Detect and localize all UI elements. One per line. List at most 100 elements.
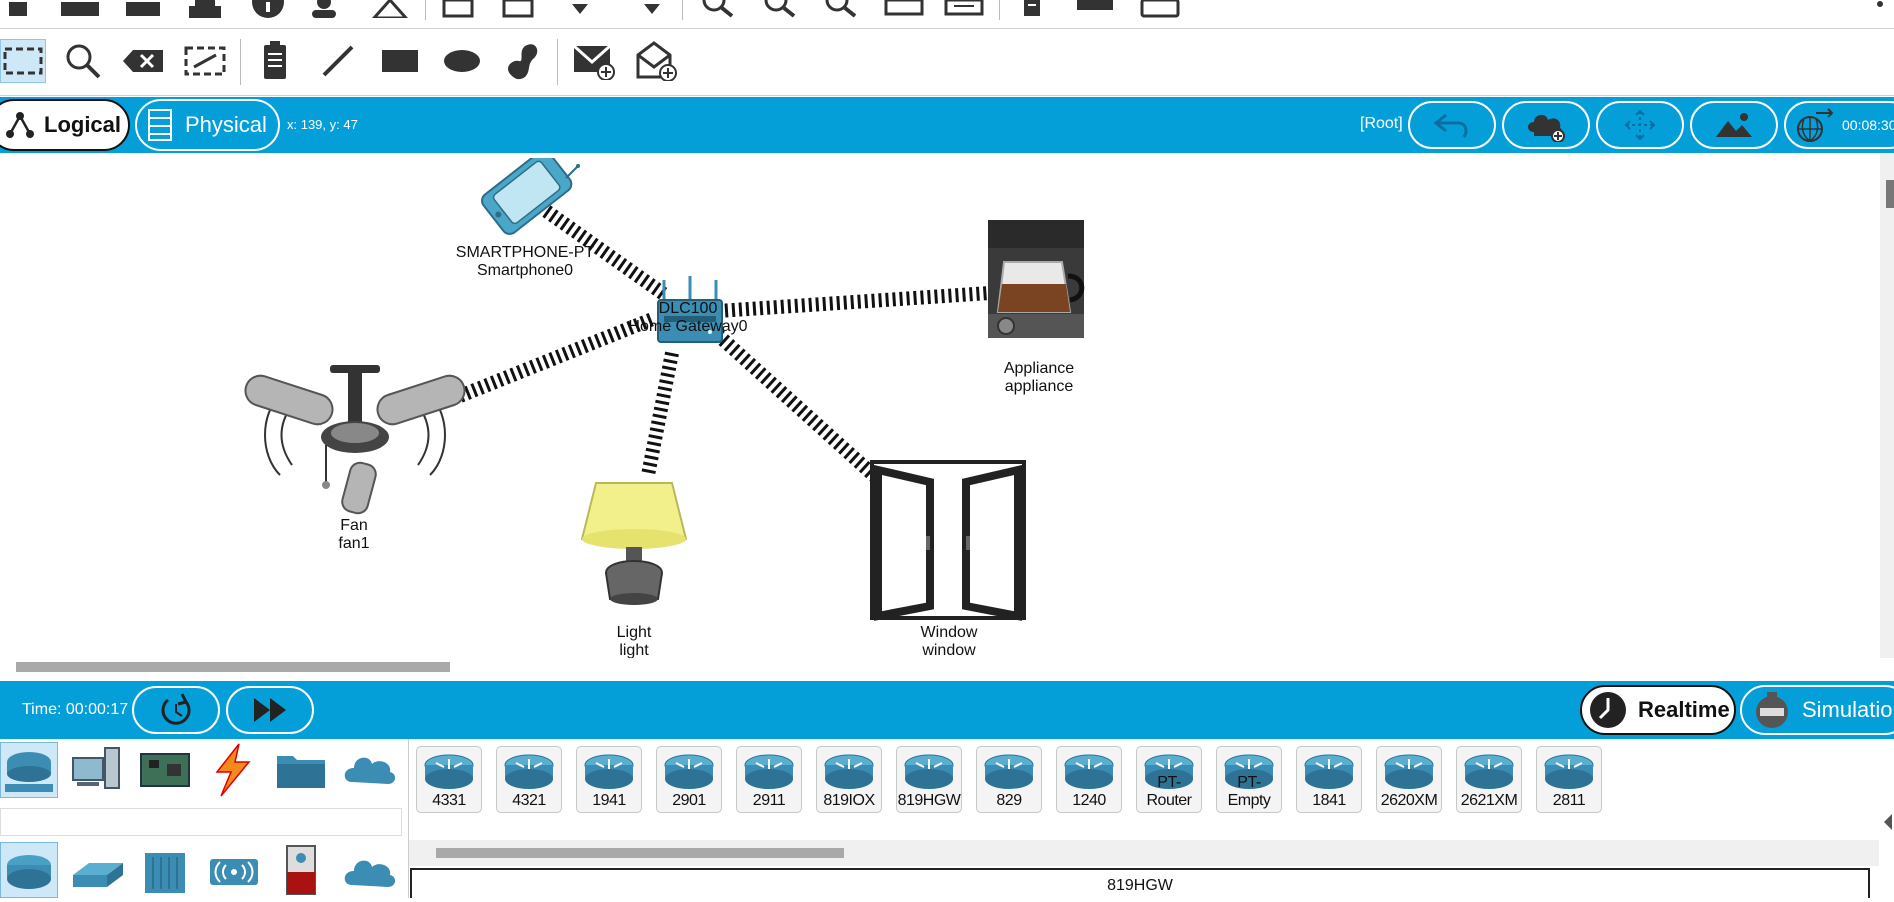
model-button[interactable]: 1941 — [576, 746, 642, 813]
copy-icon[interactable] — [440, 0, 476, 18]
smartphone-device-icon[interactable] — [466, 158, 586, 238]
new-file-icon[interactable] — [4, 0, 32, 18]
model-label: 1841 — [1312, 792, 1346, 809]
redo-dropdown-icon[interactable] — [637, 0, 667, 18]
model-button[interactable]: 4321 — [496, 746, 562, 813]
zoom-reset-icon[interactable] — [762, 0, 802, 18]
info-icon[interactable] — [248, 0, 288, 18]
viewport-clock-button[interactable]: 00:08:30 — [1784, 101, 1894, 149]
window-device-icon[interactable] — [870, 460, 1026, 622]
connections-category[interactable] — [204, 742, 262, 798]
zoom-out-icon[interactable] — [823, 0, 863, 18]
canvas-vertical-scrollbar[interactable] — [1886, 180, 1894, 208]
model-button[interactable]: 2901 — [656, 746, 722, 813]
multiuser-category[interactable] — [340, 742, 398, 798]
models-side-arrow[interactable] — [1880, 740, 1894, 840]
model-label: 2620XM — [1380, 792, 1438, 809]
model-button[interactable]: 2911 — [736, 746, 802, 813]
hubs-subcategory[interactable] — [136, 842, 194, 898]
realtime-mode-tab[interactable]: Realtime — [1580, 685, 1736, 735]
logical-view-tab[interactable]: Logical — [0, 99, 130, 151]
canvas-horizontal-scrollbar[interactable] — [16, 662, 450, 672]
main-toolbar — [0, 0, 1894, 29]
simulation-mode-tab[interactable]: Simulation — [1740, 685, 1894, 735]
add-simple-pdu-icon[interactable] — [570, 39, 618, 83]
user-profile-icon[interactable] — [306, 0, 342, 18]
light-device-icon[interactable] — [576, 481, 692, 611]
save-icon[interactable] — [125, 0, 161, 18]
model-button[interactable]: 2620XM — [1376, 746, 1442, 813]
end-devices-category[interactable] — [68, 742, 126, 798]
model-label: 819IOX — [823, 792, 875, 809]
draw-rectangle-icon[interactable] — [378, 39, 422, 83]
freeform-icon[interactable] — [500, 39, 544, 83]
miscellaneous-category[interactable] — [272, 742, 330, 798]
model-button[interactable]: 1841 — [1296, 746, 1362, 813]
circuit-board-icon — [140, 753, 190, 787]
undo-dropdown-icon[interactable] — [565, 0, 595, 18]
router-icon — [7, 855, 51, 889]
model-button[interactable]: PT-Empty — [1216, 746, 1282, 813]
routers-subcategory[interactable] — [0, 842, 58, 898]
delete-icon[interactable] — [120, 39, 166, 83]
inspect-icon[interactable] — [60, 39, 106, 83]
firewall-icon — [286, 845, 316, 895]
resize-shape-icon[interactable] — [182, 39, 228, 83]
model-label: 819HGW — [897, 792, 961, 809]
fan-device-icon[interactable] — [240, 365, 470, 515]
components-category[interactable] — [136, 742, 194, 798]
category-name-box — [0, 808, 402, 836]
console-icon[interactable] — [1140, 0, 1180, 18]
model-button[interactable]: 819HGW — [896, 746, 962, 813]
model-button[interactable]: 829 — [976, 746, 1042, 813]
model-label: 1941 — [592, 792, 626, 809]
physical-view-tab[interactable]: Physical — [135, 99, 280, 151]
window-label: Window window — [920, 624, 978, 658]
wireless-devices-subcategory[interactable] — [204, 842, 262, 898]
globe-network-icon — [1797, 108, 1834, 142]
print-icon[interactable] — [185, 0, 225, 18]
move-object-button[interactable] — [1596, 101, 1684, 149]
more-options-icon[interactable] — [1870, 0, 1890, 18]
model-button[interactable]: 1240 — [1056, 746, 1122, 813]
router-model-icon — [744, 754, 794, 789]
cloud-add-icon — [1528, 114, 1565, 142]
new-cluster-button[interactable] — [1502, 101, 1590, 149]
model-button[interactable]: 4331 — [416, 746, 482, 813]
add-complex-pdu-icon[interactable] — [632, 39, 680, 83]
wan-emulation-subcategory[interactable] — [340, 842, 398, 898]
appliance-device-icon[interactable] — [986, 220, 1090, 340]
cursor-coordinates: x: 139, y: 47 — [287, 117, 358, 132]
logical-workspace-canvas[interactable]: SMARTPHONE-PT Smartphone0 DLC100 Home Gate… — [0, 153, 1880, 658]
draw-line-icon[interactable] — [318, 39, 358, 83]
models-horizontal-scrollbar[interactable] — [436, 848, 844, 858]
router-model-icon — [904, 754, 954, 789]
session-clock: 00:08:30 — [1842, 117, 1894, 133]
link-gateway-appliance — [717, 286, 991, 318]
model-button[interactable]: 819IOX — [816, 746, 882, 813]
model-button[interactable]: 2811 — [1536, 746, 1602, 813]
router-model-icon — [584, 754, 634, 789]
place-note-icon[interactable] — [255, 39, 295, 83]
viewport-icon[interactable] — [1075, 0, 1115, 18]
open-icon[interactable] — [60, 0, 100, 18]
model-button[interactable]: 2621XM — [1456, 746, 1522, 813]
fast-forward-button[interactable] — [226, 686, 314, 734]
network-icon[interactable] — [370, 0, 410, 18]
switches-subcategory[interactable] — [68, 842, 126, 898]
paste-icon[interactable] — [500, 0, 536, 18]
back-button[interactable] — [1408, 101, 1496, 149]
zoom-in-icon[interactable] — [700, 0, 740, 18]
draw-ellipse-icon[interactable] — [440, 39, 484, 83]
security-subcategory[interactable] — [272, 842, 330, 898]
palette-icon[interactable] — [884, 0, 924, 18]
clock-icon — [1590, 692, 1626, 728]
model-button[interactable]: PT-Router — [1136, 746, 1202, 813]
network-devices-category[interactable] — [0, 742, 58, 798]
root-breadcrumb[interactable]: [Root] — [1360, 115, 1403, 133]
notes-icon[interactable] — [1020, 0, 1044, 18]
custom-device-icon[interactable] — [944, 0, 984, 18]
power-cycle-button[interactable] — [132, 686, 220, 734]
select-icon[interactable] — [0, 39, 46, 83]
set-background-button[interactable] — [1690, 101, 1778, 149]
